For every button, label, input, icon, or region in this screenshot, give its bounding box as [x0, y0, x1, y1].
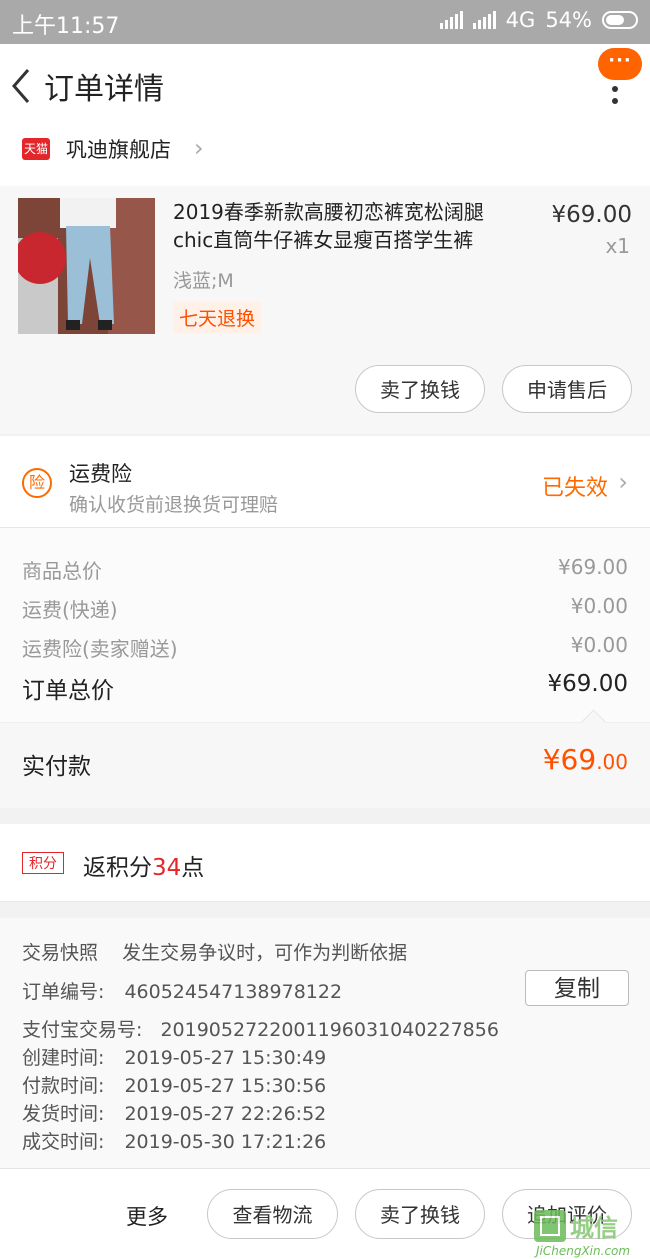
info-value: 2019-05-27 15:30:49 [124, 1047, 327, 1069]
header: 订单详情 ··· [0, 44, 650, 128]
paid-decimal: .00 [596, 750, 628, 774]
alipay-number: 2019052722001196031040227856 [160, 1019, 499, 1041]
signal-icon-2 [472, 11, 496, 29]
return-policy-tag: 七天退换 [173, 302, 262, 333]
product-price: ¥69.00 [551, 202, 632, 228]
product-quantity: x1 [605, 234, 630, 258]
info-label: 支付宝交易号: [22, 1019, 143, 1041]
insurance-status: 已失效 [541, 476, 608, 501]
product-title[interactable]: 2019春季新款高腰初恋裤宽松阔腿chic直筒牛仔裤女显瘦百搭学生裤 [173, 198, 513, 254]
actual-paid-value: ¥69.00 [543, 743, 628, 776]
summary-label: 运费(快递) [22, 598, 118, 622]
network-type: 4G [505, 8, 536, 32]
battery-icon [602, 11, 638, 29]
summary-row-total: 订单总价 ¥69.00 [22, 671, 628, 705]
page-title: 订单详情 [44, 72, 164, 107]
order-info: 交易快照 发生交易争议时，可作为判断依据 订单编号: 4605245471389… [0, 918, 650, 1168]
insurance-icon: 险 [22, 468, 52, 498]
resell-bottom-button[interactable]: 卖了换钱 [355, 1189, 485, 1239]
battery-percent: 54% [545, 8, 592, 32]
info-label: 成交时间: [22, 1131, 105, 1153]
store-row[interactable]: 天猫 巩迪旗舰店 › [0, 128, 650, 186]
points-badge-icon: 积分 [22, 852, 64, 874]
order-number: 460524547138978122 [124, 981, 343, 1003]
tmall-badge-icon: 天猫 [22, 138, 50, 160]
points-text: 返积分34点 [83, 848, 204, 882]
snapshot-row[interactable]: 交易快照 发生交易争议时，可作为判断依据 [22, 938, 407, 965]
resell-button[interactable]: 卖了换钱 [355, 365, 485, 413]
watermark-logo-icon [534, 1210, 566, 1242]
info-value: 2019-05-27 15:30:56 [124, 1075, 327, 1097]
back-arrow-icon[interactable] [8, 66, 38, 106]
info-label: 发货时间: [22, 1103, 105, 1125]
snapshot-note: 发生交易争议时，可作为判断依据 [122, 942, 408, 964]
watermark-cn: 城信 [570, 1214, 618, 1242]
created-time-row: 创建时间: 2019-05-27 15:30:49 [22, 1043, 326, 1070]
points-prefix: 返积分 [83, 855, 152, 881]
product-spec: 浅蓝;M [173, 270, 234, 292]
price-summary: 商品总价 ¥69.00 运费(快递) ¥0.00 运费险(卖家赠送) ¥0.00… [0, 528, 650, 722]
alipay-number-row: 支付宝交易号: 2019052722001196031040227856 [22, 1015, 499, 1042]
copy-button[interactable]: 复制 [525, 970, 629, 1006]
points-suffix: 点 [181, 855, 205, 881]
points-number: 34 [152, 855, 182, 881]
summary-value: ¥0.00 [570, 633, 628, 657]
store-name[interactable]: 巩迪旗舰店 [66, 134, 171, 164]
status-bar: 上午11:57 4G 54% [0, 0, 650, 44]
info-label: 创建时间: [22, 1047, 105, 1069]
message-bubble-icon[interactable]: ··· [598, 48, 642, 80]
insurance-subtitle: 确认收货前退换货可理赔 [69, 494, 279, 516]
status-indicators: 4G 54% [439, 8, 638, 32]
info-label: 订单编号: [22, 981, 105, 1003]
chevron-right-icon: › [618, 468, 628, 496]
summary-label: 商品总价 [22, 559, 102, 583]
shipped-time-row: 发货时间: 2019-05-27 22:26:52 [22, 1099, 326, 1126]
total-value: ¥69.00 [547, 671, 628, 697]
chevron-right-icon: › [194, 134, 204, 162]
paid-time-row: 付款时间: 2019-05-27 15:30:56 [22, 1071, 326, 1098]
summary-row-insurance: 运费险(卖家赠送) ¥0.00 [22, 633, 628, 662]
summary-value: ¥0.00 [570, 594, 628, 618]
total-label: 订单总价 [22, 678, 114, 704]
signal-icon [439, 11, 463, 29]
actual-paid-row: 实付款 ¥69.00 [0, 709, 650, 808]
summary-row-shipping: 运费(快递) ¥0.00 [22, 594, 628, 623]
after-sale-button[interactable]: 申请售后 [502, 365, 632, 413]
snapshot-label[interactable]: 交易快照 [22, 938, 98, 965]
more-button[interactable]: 更多 [126, 1201, 168, 1231]
summary-label: 运费险(卖家赠送) [22, 637, 178, 661]
status-time: 上午11:57 [12, 14, 120, 39]
summary-value: ¥69.00 [558, 555, 628, 579]
watermark-en: JiChengXin.com [536, 1244, 631, 1258]
insurance-title: 运费险 [69, 462, 132, 486]
info-label: 付款时间: [22, 1075, 105, 1097]
paid-main: ¥69 [542, 743, 597, 776]
product-card: 2019春季新款高腰初恋裤宽松阔腿chic直筒牛仔裤女显瘦百搭学生裤 ¥69.0… [0, 186, 650, 434]
info-value: 2019-05-27 22:26:52 [124, 1103, 327, 1125]
info-value: 2019-05-30 17:21:26 [124, 1131, 327, 1153]
product-image[interactable] [18, 198, 155, 334]
order-number-row: 订单编号: 460524547138978122 [22, 977, 342, 1004]
view-logistics-button[interactable]: 查看物流 [207, 1189, 338, 1239]
summary-row-goods: 商品总价 ¥69.00 [22, 555, 628, 584]
actual-paid-label: 实付款 [22, 754, 91, 780]
completed-time-row: 成交时间: 2019-05-30 17:21:26 [22, 1127, 326, 1154]
shipping-insurance-row[interactable]: 险 运费险 确认收货前退换货可理赔 已失效 › [0, 436, 650, 528]
points-row: 积分 返积分34点 [0, 824, 650, 902]
watermark: 城信 JiChengXin.com [534, 1206, 650, 1259]
